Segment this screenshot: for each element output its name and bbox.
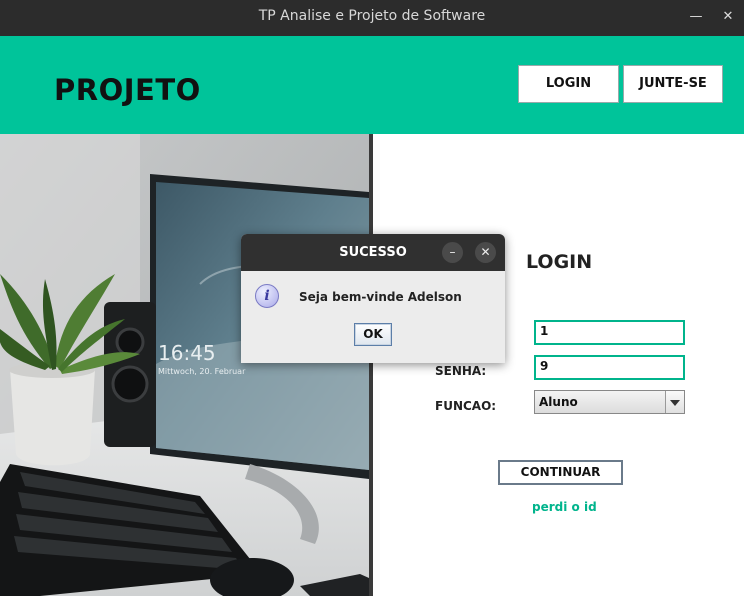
role-select-value: Aluno xyxy=(539,395,578,409)
dialog-message: Seja bem-vinde Adelson xyxy=(299,290,462,304)
dialog-minimize-button[interactable]: – xyxy=(442,242,463,263)
role-label: FUNCAO: xyxy=(435,399,497,413)
join-nav-button[interactable]: JUNTE-SE xyxy=(623,65,723,103)
window-close-button[interactable]: ✕ xyxy=(720,9,736,25)
login-nav-button[interactable]: LOGIN xyxy=(518,65,619,103)
dialog-titlebar: SUCESSO – ✕ xyxy=(241,234,505,271)
continue-button[interactable]: CONTINUAR xyxy=(498,460,623,485)
success-dialog: SUCESSO – ✕ i Seja bem-vinde Adelson OK xyxy=(241,234,505,363)
brand-title: PROJETO xyxy=(54,73,201,107)
role-select[interactable]: Aluno xyxy=(534,390,685,414)
window-minimize-button[interactable]: — xyxy=(688,9,704,25)
dialog-title: SUCESSO xyxy=(339,245,407,260)
ok-button[interactable]: OK xyxy=(354,323,392,346)
dialog-close-button[interactable]: ✕ xyxy=(475,242,496,263)
desk-photo: 16:45 Mittwoch, 20. Februar xyxy=(0,134,369,596)
chevron-down-icon[interactable] xyxy=(665,391,684,413)
monitor-clock: 16:45 xyxy=(158,341,216,365)
info-icon: i xyxy=(255,284,279,308)
window-title: TP Analise e Projeto de Software xyxy=(258,8,486,24)
window-titlebar: TP Analise e Projeto de Software — ✕ xyxy=(0,0,744,36)
monitor-date: Mittwoch, 20. Februar xyxy=(158,367,246,376)
app-header: PROJETO LOGIN JUNTE-SE xyxy=(0,36,744,134)
id-field[interactable]: 1 xyxy=(534,320,685,345)
panel-divider xyxy=(369,134,373,596)
lost-id-link[interactable]: perdi o id xyxy=(532,500,597,514)
password-field[interactable]: 9 xyxy=(534,355,685,380)
login-form-title: LOGIN xyxy=(526,251,593,273)
password-label: SENHA: xyxy=(435,364,487,378)
desk-photo-illustration: 16:45 Mittwoch, 20. Februar xyxy=(0,134,369,596)
